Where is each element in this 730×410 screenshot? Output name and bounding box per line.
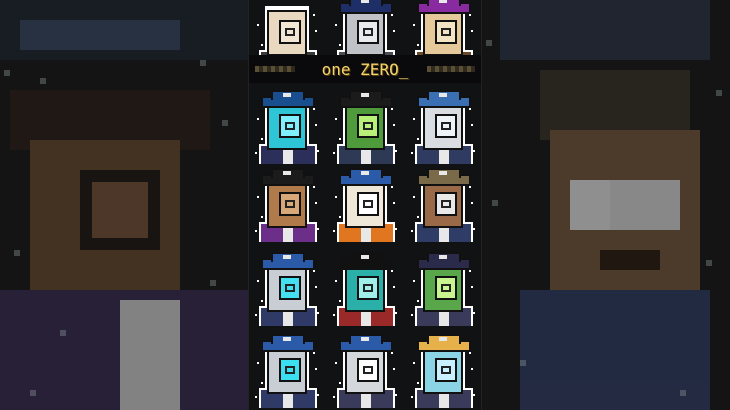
character-collection-strip: one ZERO_ <box>248 0 482 410</box>
pixel-sprite <box>333 168 397 242</box>
green-captain-character <box>409 250 479 326</box>
tan-tricorn-character <box>253 166 323 242</box>
collection-title-bar: one ZERO_ <box>249 55 481 83</box>
pixel-sprite <box>411 334 475 408</box>
pixel-sprite <box>411 168 475 242</box>
pixel-sprite <box>333 334 397 408</box>
blue-sailor-character <box>253 332 323 408</box>
cyan-diver-character <box>253 88 323 164</box>
teal-pirate-character <box>331 250 401 326</box>
pixel-sprite <box>333 252 397 326</box>
zoomed-character-left <box>0 0 248 410</box>
collection-title: one ZERO_ <box>321 59 409 79</box>
blurred-background-right <box>480 0 730 410</box>
cyan-navy-character <box>253 250 323 326</box>
pixel-sprite <box>255 252 319 326</box>
zoomed-character-right <box>480 0 730 410</box>
pixel-sprite <box>333 90 397 164</box>
sailor-white-character <box>331 166 401 242</box>
rainbow-hat-character <box>409 332 479 408</box>
pixel-sprite <box>255 168 319 242</box>
pixel-sprite <box>411 90 475 164</box>
pixel-sprite <box>255 90 319 164</box>
title-decoration-left <box>255 66 295 72</box>
brown-cowboy-character <box>409 166 479 242</box>
pixel-sprite <box>411 252 475 326</box>
video-frame: one ZERO_ <box>0 0 730 410</box>
title-decoration-right <box>427 66 475 72</box>
grey-admiral-character <box>331 332 401 408</box>
blurred-background-left <box>0 0 248 410</box>
silver-helmet-character <box>409 88 479 164</box>
pixel-sprite <box>255 334 319 408</box>
green-pirate-character <box>331 88 401 164</box>
